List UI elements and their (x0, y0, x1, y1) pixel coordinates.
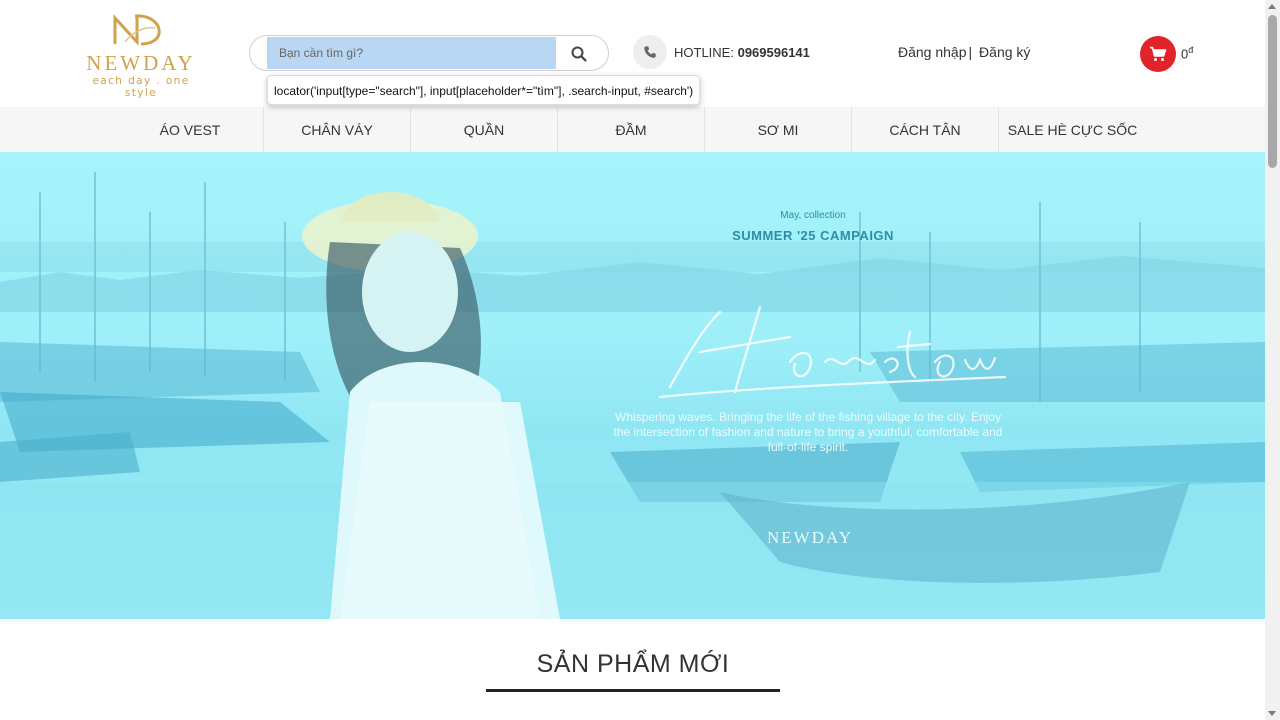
hotline-label: HOTLINE: (674, 45, 734, 60)
banner-script-title (658, 305, 1007, 399)
banner-illustration (0, 172, 1265, 619)
locator-tooltip: locator('input[type="search"], input[pla… (267, 75, 701, 105)
banner-kicker: May, collection (780, 210, 846, 221)
hotline-number[interactable]: 0969596141 (738, 45, 810, 60)
cart-currency: đ (1188, 45, 1194, 55)
site-header: NEWDAY each day . one style locator('inp… (0, 0, 1265, 107)
phone-badge (633, 35, 667, 69)
phone-icon (644, 46, 656, 58)
nav-item-ao-vest[interactable]: ÁO VEST (117, 107, 264, 152)
nav-item-quan[interactable]: QUẦN (411, 107, 558, 152)
search-input[interactable] (267, 37, 556, 69)
search-icon (571, 46, 587, 62)
main-nav: ÁO VEST CHÂN VÁY QUẦN ĐẦM SƠ MI CÁCH TÂN… (0, 107, 1265, 152)
logo-tagline: each day . one style (92, 75, 190, 99)
hero-banner[interactable]: May, collection SUMMER '25 CAMPAIGN Whis… (0, 152, 1265, 619)
scroll-up-icon[interactable] (1268, 4, 1276, 9)
cart-icon (1150, 46, 1167, 61)
site-logo[interactable]: NEWDAY each day . one style (80, 12, 202, 99)
register-link[interactable]: Đăng ký (979, 44, 1030, 60)
banner-description: Whispering waves. Bringing the life of t… (613, 410, 1003, 454)
banner-campaign: SUMMER '25 CAMPAIGN (732, 228, 894, 243)
logo-brand: NEWDAY (86, 51, 196, 75)
login-link[interactable]: Đăng nhập (898, 44, 967, 60)
scroll-down-icon[interactable] (1268, 711, 1276, 716)
scrollbar-thumb[interactable] (1268, 15, 1277, 168)
section-title: SẢN PHẨM MỚI (536, 650, 730, 678)
nav-item-chan-vay[interactable]: CHÂN VÁY (264, 107, 411, 152)
banner-brand: NEWDAY (767, 528, 853, 547)
cart-button[interactable] (1140, 36, 1176, 72)
auth-separator: | (968, 44, 973, 60)
nav-item-cach-tan[interactable]: CÁCH TÂN (852, 107, 999, 152)
logo-mark-icon (113, 14, 161, 46)
page-scrollbar[interactable] (1265, 0, 1280, 720)
search-button[interactable] (564, 42, 594, 66)
page: NEWDAY each day . one style locator('inp… (0, 0, 1265, 720)
search-box (249, 35, 609, 71)
auth-links: Đăng nhập | Đăng ký (898, 44, 1030, 60)
nav-item-so-mi[interactable]: SƠ MI (705, 107, 852, 152)
cart-total: 0đ (1181, 45, 1193, 61)
hotline: HOTLINE: 0969596141 (674, 45, 810, 60)
section-underline (486, 689, 780, 692)
nav-item-sale[interactable]: SALE HÈ CỰC SỐC (999, 107, 1146, 152)
nav-item-dam[interactable]: ĐẦM (558, 107, 705, 152)
